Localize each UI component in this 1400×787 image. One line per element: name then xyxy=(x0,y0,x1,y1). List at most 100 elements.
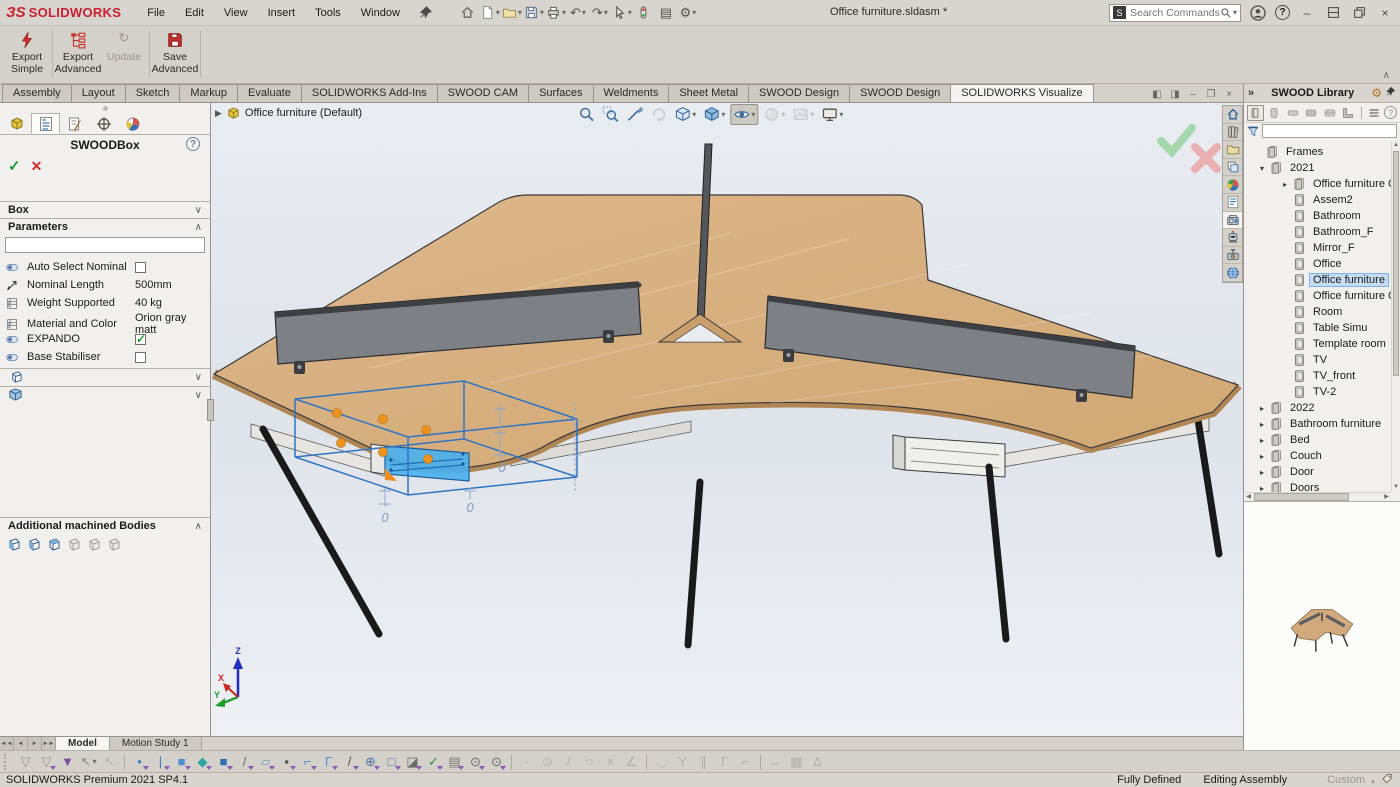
menu-insert[interactable]: Insert xyxy=(260,4,304,22)
filter-notes-icon[interactable]: ▤ xyxy=(444,752,465,771)
library-tree-item-tv-front[interactable]: TV_front xyxy=(1244,368,1390,384)
display-manager-icon[interactable] xyxy=(118,113,147,134)
filter-zoom-a-icon[interactable]: ⊙ xyxy=(486,752,507,771)
tree-item-label[interactable]: Frames xyxy=(1282,145,1327,159)
ok-button[interactable]: ✓ xyxy=(8,157,21,175)
machined-body-icon[interactable] xyxy=(65,536,81,552)
search-scope-icon[interactable]: S xyxy=(1113,6,1126,19)
section-view-icon[interactable] xyxy=(624,105,645,124)
tab-model[interactable]: Model xyxy=(56,737,110,750)
sketch-corner-icon[interactable]: Γ xyxy=(714,752,735,771)
view-orientation-icon[interactable]: ▾ xyxy=(672,105,698,124)
filter-origins-icon[interactable]: ⊕ xyxy=(360,752,381,771)
search-commands-input[interactable] xyxy=(1130,7,1220,19)
tree-item-label[interactable]: TV-2 xyxy=(1309,385,1340,399)
tab-next-icon[interactable]: ► xyxy=(28,737,42,750)
tree-item-label[interactable]: Office furniture C xyxy=(1309,289,1400,303)
library-tree-item-office-furniture[interactable]: Office furniture xyxy=(1244,272,1390,288)
swood-machining-icon[interactable] xyxy=(1223,247,1242,265)
sketch-angle-icon[interactable]: ∠ xyxy=(621,752,642,771)
tree-item-label[interactable]: Bed xyxy=(1286,433,1314,447)
pin-menu-icon[interactable] xyxy=(418,5,434,21)
filter-toggle-icon[interactable]: ▼ xyxy=(57,752,78,771)
scrollbar-thumb[interactable] xyxy=(1254,493,1349,501)
menu-window[interactable]: Window xyxy=(353,4,408,22)
tab-swood-design[interactable]: SWOOD Design xyxy=(849,84,951,102)
tree-item-label[interactable]: Couch xyxy=(1286,449,1326,463)
library-tree-item-bed[interactable]: ▸Bed xyxy=(1244,432,1390,448)
filter-surface-bodies-icon[interactable]: ◆ xyxy=(192,752,213,771)
tab-surfaces[interactable]: Surfaces xyxy=(528,84,593,102)
tree-horizontal-scrollbar[interactable]: ◀ ▶ xyxy=(1244,492,1391,501)
section-additional-bodies[interactable]: Additional machined Bodies ∧ xyxy=(0,517,210,534)
library-tree-item-2022[interactable]: ▸2022 xyxy=(1244,400,1390,416)
feature-manager-icon[interactable] xyxy=(31,113,60,134)
dimension-icon[interactable]: ↔ xyxy=(765,752,786,771)
filter-vertices-icon[interactable]: • xyxy=(129,752,150,771)
library-tree-item-bathroom[interactable]: Bathroom xyxy=(1244,208,1390,224)
restore-icon[interactable] xyxy=(1350,4,1368,22)
filter-hatch-icon[interactable]: ◪ xyxy=(402,752,423,771)
library-tree-item-table-simu[interactable]: Table Simu xyxy=(1244,320,1390,336)
sketch-circle-point-icon[interactable]: ⊙ xyxy=(537,752,558,771)
tree-item-label[interactable]: Door xyxy=(1286,465,1318,479)
doc-minimize-icon[interactable]: – xyxy=(1187,89,1199,100)
sketch-arc-icon[interactable]: ◡ xyxy=(651,752,672,771)
tab-swood-design[interactable]: SWOOD Design xyxy=(748,84,850,102)
tab-assembly[interactable]: Assembly xyxy=(2,84,72,102)
filter-axes-icon[interactable]: / xyxy=(234,752,255,771)
display-style-icon[interactable]: ▾ xyxy=(701,105,727,124)
expando-checkbox[interactable] xyxy=(135,334,146,345)
swood-web-icon[interactable] xyxy=(1223,264,1242,282)
filter-check-icon[interactable]: ✓ xyxy=(423,752,444,771)
tab-sheet-metal[interactable]: Sheet Metal xyxy=(668,84,749,102)
auto-select-nominal-checkbox[interactable] xyxy=(135,262,146,273)
tree-item-label[interactable]: TV_front xyxy=(1309,369,1359,383)
library-help-icon[interactable]: ? xyxy=(1384,106,1397,119)
sketch-corner-dashed-icon[interactable]: ⌐ xyxy=(735,752,756,771)
library-tree-item-2021[interactable]: ▾2021 xyxy=(1244,160,1390,176)
library-tree-item-tv[interactable]: TV xyxy=(1244,352,1390,368)
resize-icon[interactable] xyxy=(1324,4,1342,22)
machined-body-icon[interactable] xyxy=(5,536,21,552)
save-icon[interactable]: ▾ xyxy=(524,3,544,23)
search-commands[interactable]: S ▾ xyxy=(1109,4,1241,22)
tab-first-icon[interactable]: ◄◄ xyxy=(0,737,14,750)
3d-scene[interactable]: 0 0 0 Z Y xyxy=(211,103,1243,736)
open-icon[interactable]: ▾ xyxy=(502,3,522,23)
filter-points-icon[interactable]: ▪ xyxy=(276,752,297,771)
dimxpert-manager-icon[interactable] xyxy=(89,113,118,134)
library-tree-item-tv-2[interactable]: TV-2 xyxy=(1244,384,1390,400)
library-tree-item-door[interactable]: ▸Door xyxy=(1244,464,1390,480)
library-tree-item-mirror-f[interactable]: Mirror_F xyxy=(1244,240,1390,256)
feature-help-icon[interactable]: ? xyxy=(186,137,200,151)
library-pin-icon[interactable] xyxy=(1385,86,1396,100)
view-palette-icon[interactable] xyxy=(1223,159,1242,177)
ribbon-collapse-icon[interactable]: ∧ xyxy=(1383,70,1390,81)
config-selector[interactable]: Custom xyxy=(1327,774,1365,786)
filter-planes-icon[interactable]: ▱ xyxy=(255,752,276,771)
search-caret-icon[interactable]: ▾ xyxy=(1233,8,1237,17)
filter-funnel-icon[interactable] xyxy=(1247,125,1260,138)
nominal-length-value[interactable]: 500mm xyxy=(135,279,210,291)
new-document-icon[interactable]: ▾ xyxy=(480,3,500,23)
tree-item-label[interactable]: Office furniture xyxy=(1309,273,1389,287)
tree-item-label[interactable]: 2021 xyxy=(1286,161,1318,175)
search-icon[interactable] xyxy=(1220,7,1232,19)
library-tree-item-bathroom-f[interactable]: Bathroom_F xyxy=(1244,224,1390,240)
section-body-1[interactable]: ∨ xyxy=(0,368,210,386)
export-advanced-button[interactable]: Export Advanced xyxy=(55,28,101,81)
tab-solidworks-visualize[interactable]: SOLIDWORKS Visualize xyxy=(950,84,1093,102)
machined-body-icon[interactable] xyxy=(85,536,101,552)
panel-view-4-icon[interactable] xyxy=(1303,105,1320,121)
tab-layout[interactable]: Layout xyxy=(71,84,126,102)
tree-item-label[interactable]: Office xyxy=(1309,257,1346,271)
library-settings-icon[interactable]: ⚙ xyxy=(1371,86,1382,100)
tab-weldments[interactable]: Weldments xyxy=(593,84,670,102)
graphics-viewport[interactable]: 0 0 0 Z Y xyxy=(211,103,1243,736)
filter-frames-icon[interactable]: □ xyxy=(381,752,402,771)
tree-item-label[interactable]: Bathroom furniture xyxy=(1286,417,1385,431)
panel-view-1-icon[interactable] xyxy=(1247,105,1264,121)
filter-solid-bodies-icon[interactable]: ■ xyxy=(213,752,234,771)
tree-item-label[interactable]: Room xyxy=(1309,305,1346,319)
